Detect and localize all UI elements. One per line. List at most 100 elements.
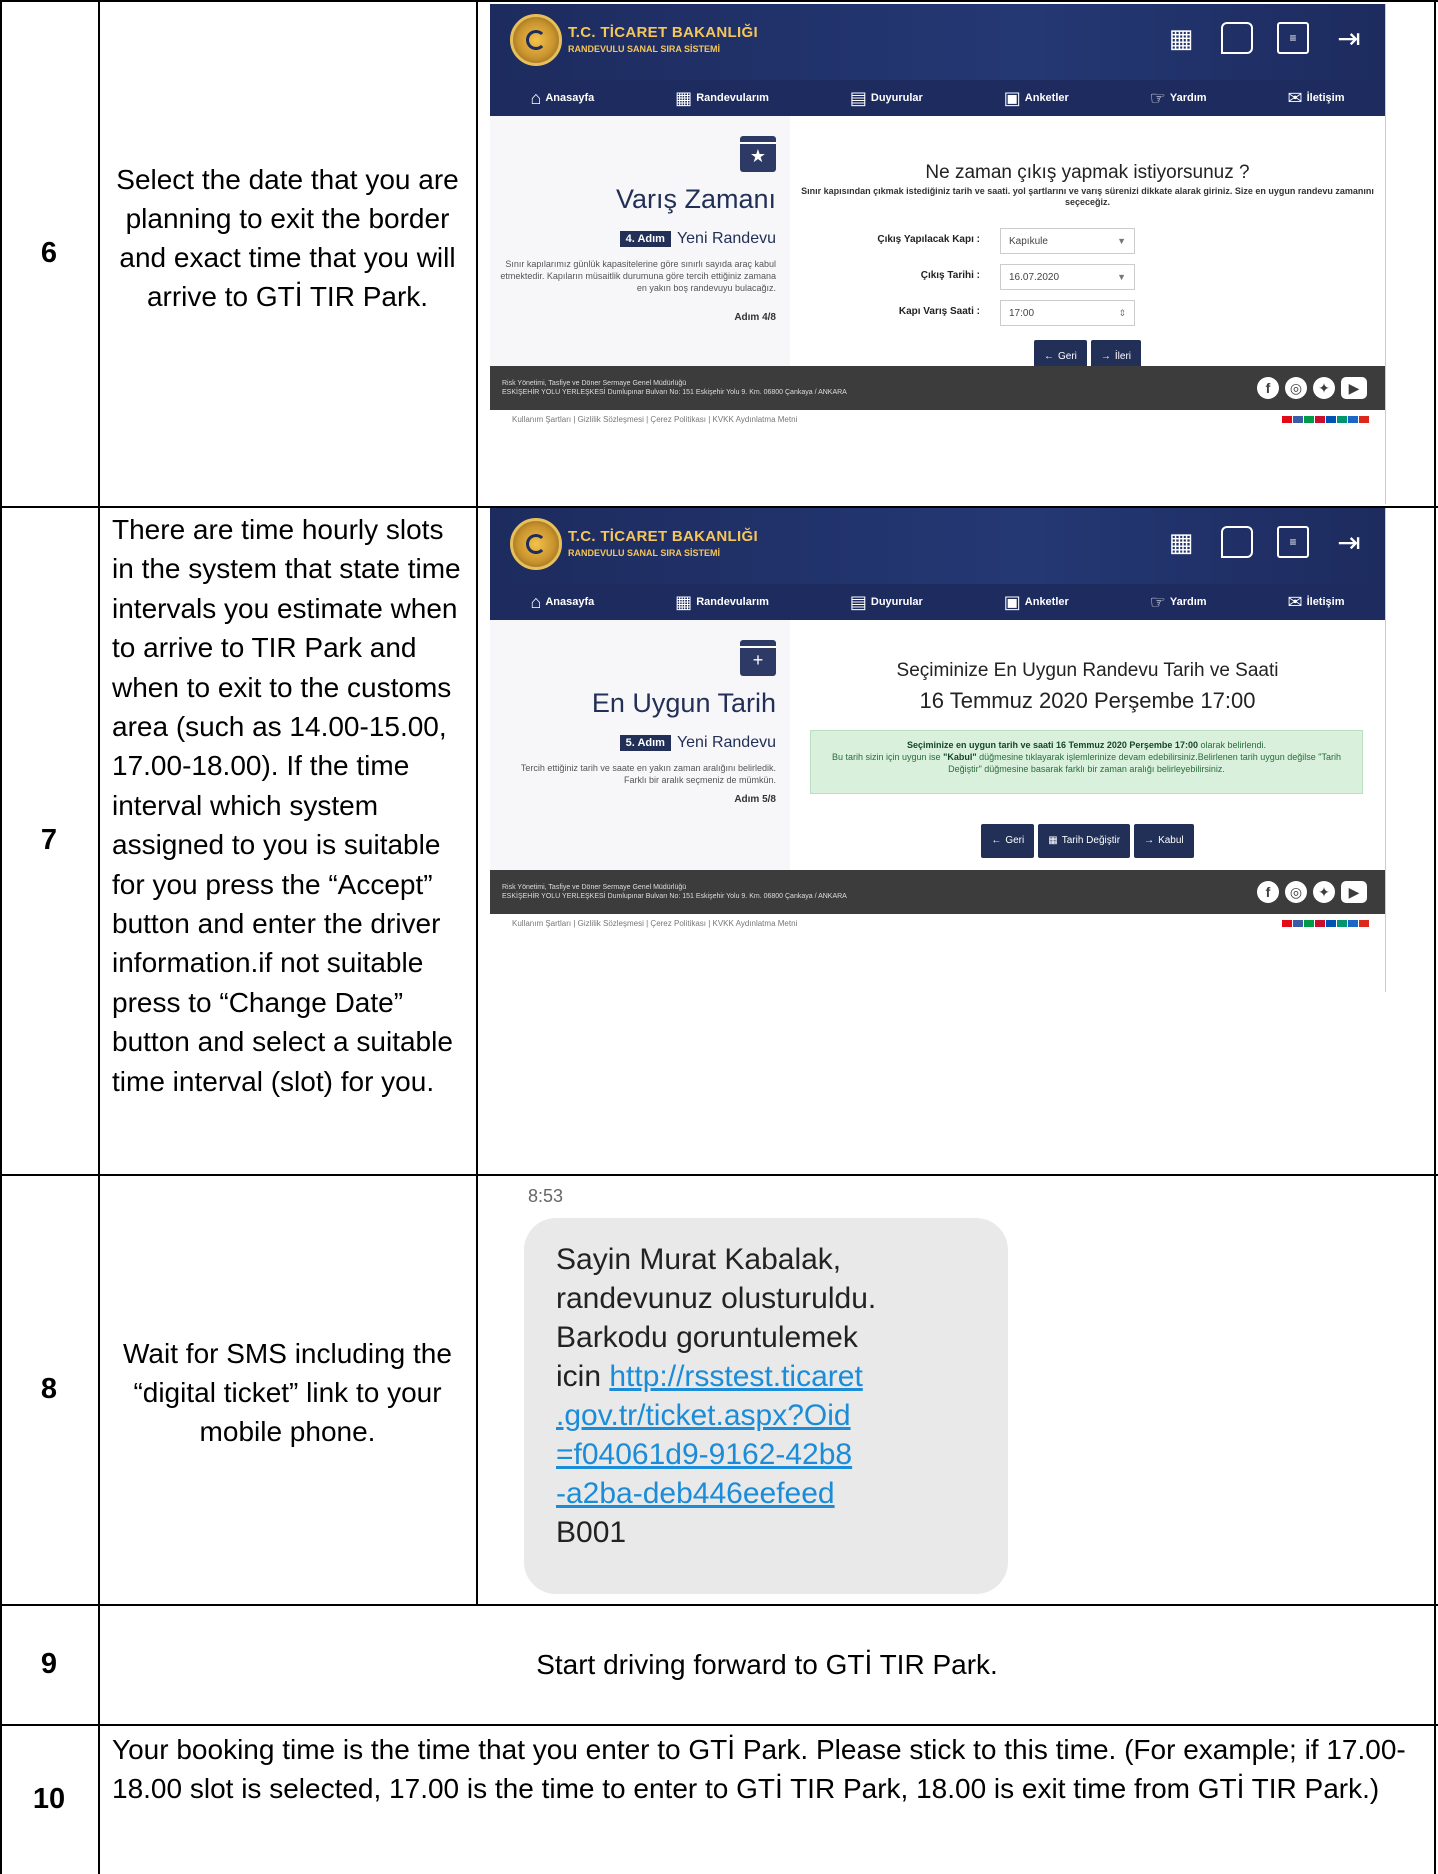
sms-timestamp: 8:53 — [528, 1186, 564, 1206]
step-label: Yeni Randevu — [676, 230, 776, 247]
id-card-icon[interactable]: ≡ — [1277, 22, 1309, 54]
ticket-link[interactable]: .gov.tr/ticket.aspx?Oid — [556, 1396, 976, 1435]
exit-date-select[interactable]: 16.07.2020 ▼ — [1000, 264, 1135, 290]
change-date-button[interactable]: ▦ Tarih Değiştir — [1038, 824, 1131, 858]
youtube-icon[interactable]: ▶ — [1341, 377, 1367, 399]
facebook-icon[interactable]: f — [1257, 377, 1279, 399]
ticket-link[interactable]: =f04061d9-9162-42b8 — [556, 1435, 976, 1474]
sms-message-bubble: Sayin Murat Kabalak, randevunuz olusturu… — [524, 1218, 1008, 1594]
menu-item-announcements[interactable]: ▤ Duyurular — [850, 88, 923, 109]
app-header: T.C. TİCARET BAKANLIĞI RANDEVULU SANAL S… — [490, 508, 1385, 584]
step-count: Adım 5/8 — [734, 794, 776, 805]
calendar-star-icon: ★ — [740, 136, 776, 172]
main-menu: ⌂ Anasayfa ▦ Randevularım ▤ Duyurular ▣ Anke… — [490, 80, 1385, 116]
menu-item-contact[interactable]: ✉ İletişim — [1287, 88, 1344, 109]
footer-address: ESKİŞEHİR YOLU YERLEŞKESİ Dumlupınar Bul… — [502, 389, 847, 396]
result-title: Seçiminize En Uygun Randevu Tarih ve Saa… — [896, 660, 1279, 681]
menu-item-home[interactable]: ⌂ Anasayfa — [530, 592, 594, 613]
step-number: 9 — [40, 1647, 58, 1680]
menu-item-contact[interactable]: ✉ İletişim — [1287, 592, 1344, 613]
twitter-icon[interactable]: ✦ — [1313, 881, 1335, 903]
newspaper-icon: ▤ — [849, 87, 867, 108]
step-badge: 4. Adım — [619, 231, 671, 247]
card-text: Sınır kapılarımız günlük kapasitelerine … — [500, 259, 776, 293]
legal-links[interactable]: Kullanım Şartları | Gizlilik Sözleşmesi … — [512, 919, 797, 928]
table-border — [0, 0, 1438, 2]
step-description: Your booking time is the time that you e… — [112, 1734, 1406, 1804]
exit-date-label: Çıkış Tarihi : — [920, 270, 980, 281]
footer-address: ESKİŞEHİR YOLU YERLEŞKESİ Dumlupınar Bul… — [502, 893, 847, 900]
qr-code-icon[interactable]: ▦ — [1165, 526, 1197, 558]
chat-icon[interactable] — [1221, 22, 1253, 54]
footer: Risk Yönetimi, Tasfiye ve Döner Sermaye … — [490, 366, 1385, 410]
ministry-logo-icon — [510, 14, 562, 66]
menu-item-appointments[interactable]: ▦ Randevularım — [675, 592, 769, 613]
menu-item-surveys[interactable]: ▣ Anketler — [1004, 592, 1069, 613]
twitter-icon[interactable]: ✦ — [1313, 377, 1335, 399]
mail-icon: ✉ — [1287, 87, 1303, 108]
gate-select[interactable]: Kapıkule ▼ — [1000, 228, 1135, 254]
step-count: Adım 4/8 — [734, 312, 776, 323]
handshake-icon: ☞ — [1149, 87, 1166, 108]
card-title: Varış Zamanı — [615, 184, 776, 214]
calendar-icon: ▦ — [1048, 835, 1058, 846]
qr-code-icon[interactable]: ▦ — [1165, 22, 1197, 54]
ministry-logo-icon — [510, 518, 562, 570]
footer: Risk Yönetimi, Tasfiye ve Döner Sermaye … — [490, 870, 1385, 914]
ticket-link[interactable]: http://rsstest.ticaret — [609, 1360, 862, 1393]
back-button[interactable]: ← Geri — [981, 824, 1035, 858]
result-area: Seçiminize En Uygun Randevu Tarih ve Saa… — [790, 620, 1385, 870]
sms-line: icin — [556, 1360, 610, 1393]
chevron-down-icon: ▼ — [1117, 236, 1126, 246]
language-flags[interactable] — [1282, 416, 1369, 423]
step-description: There are time hourly slots in the syste… — [112, 514, 461, 1097]
footer-org: Risk Yönetimi, Tasfiye ve Döner Sermaye … — [502, 884, 687, 891]
calendar-plus-icon: + — [740, 640, 776, 676]
app-subtitle: RANDEVULU SANAL SIRA SİSTEMİ — [568, 44, 721, 54]
app-title: T.C. TİCARET BAKANLIĞI — [568, 24, 758, 41]
table-border — [0, 1604, 1438, 1606]
step-number: 8 — [40, 1372, 58, 1405]
menu-item-announcements[interactable]: ▤ Duyurular — [850, 592, 923, 613]
arrow-left-icon: ← — [991, 835, 1002, 846]
arrow-right-icon: → — [1144, 835, 1155, 846]
menu-item-help[interactable]: ☞ Yardım — [1150, 88, 1207, 109]
instagram-icon[interactable]: ◎ — [1285, 881, 1307, 903]
step-number: 10 — [32, 1782, 66, 1815]
home-icon: ⌂ — [530, 591, 542, 612]
menu-item-home[interactable]: ⌂ Anasayfa — [530, 88, 594, 109]
menu-item-help[interactable]: ☞ Yardım — [1150, 592, 1207, 613]
sms-line: Sayin Murat Kabalak, — [556, 1243, 842, 1276]
step-description: Select the date that you are planning to… — [116, 164, 459, 312]
clipboard-icon: ▣ — [1003, 87, 1021, 108]
footer-org: Risk Yönetimi, Tasfiye ve Döner Sermaye … — [502, 380, 687, 387]
step-label: Yeni Randevu — [676, 734, 776, 751]
stepper-icon: ⇕ — [1118, 308, 1126, 318]
facebook-icon[interactable]: f — [1257, 881, 1279, 903]
calendar-icon: ▦ — [675, 591, 693, 612]
instagram-icon[interactable]: ◎ — [1285, 377, 1307, 399]
table-border — [0, 1724, 1438, 1726]
table-border — [0, 1174, 1438, 1176]
arrival-time-input[interactable]: 17:00 ⇕ — [1000, 300, 1135, 326]
clipboard-icon: ▣ — [1003, 591, 1021, 612]
app-title: T.C. TİCARET BAKANLIĞI — [568, 528, 758, 545]
legal-links[interactable]: Kullanım Şartları | Gizlilik Sözleşmesi … — [512, 415, 797, 424]
sms-code: B001 — [556, 1516, 627, 1549]
logout-icon[interactable]: ⇥ — [1333, 22, 1365, 54]
menu-item-appointments[interactable]: ▦ Randevularım — [675, 88, 769, 109]
chat-icon[interactable] — [1221, 526, 1253, 558]
table-border — [476, 0, 478, 1604]
app-subtitle: RANDEVULU SANAL SIRA SİSTEMİ — [568, 548, 721, 558]
mail-icon: ✉ — [1287, 591, 1303, 612]
youtube-icon[interactable]: ▶ — [1341, 881, 1367, 903]
menu-item-surveys[interactable]: ▣ Anketler — [1004, 88, 1069, 109]
ticket-link[interactable]: -a2ba-deb446eefeed — [556, 1474, 976, 1513]
accept-button[interactable]: → Kabul — [1134, 824, 1194, 858]
logout-icon[interactable]: ⇥ — [1333, 526, 1365, 558]
form-area: Ne zaman çıkış yapmak istiyorsunuz ? Sın… — [790, 116, 1385, 374]
chevron-down-icon: ▼ — [1117, 272, 1126, 282]
app-header: T.C. TİCARET BAKANLIĞI RANDEVULU SANAL S… — [490, 4, 1385, 80]
id-card-icon[interactable]: ≡ — [1277, 526, 1309, 558]
language-flags[interactable] — [1282, 920, 1369, 927]
